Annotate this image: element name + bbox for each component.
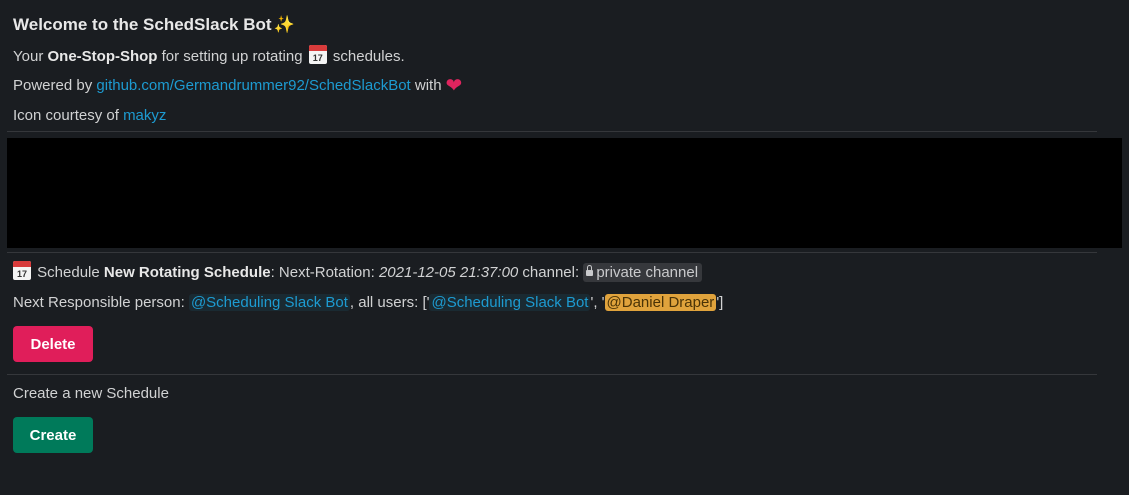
channel-label: channel: <box>518 264 584 281</box>
redacted-block <box>7 138 1122 248</box>
user-mention[interactable]: @Scheduling Slack Bot <box>429 294 591 311</box>
users-separator: ', ' <box>590 294 605 311</box>
calendar-day: 17 <box>312 53 323 63</box>
heart-icon: ❤ <box>445 75 463 97</box>
intro-bold: One-Stop-Shop <box>47 48 158 65</box>
calendar-icon: 17 <box>308 45 327 64</box>
user-mention[interactable]: @Scheduling Slack Bot <box>188 294 350 311</box>
powered-prefix: Powered by <box>13 77 97 94</box>
icon-credit-line: Icon courtesy of makyz <box>13 105 166 127</box>
create-text: Create a new Schedule <box>13 385 169 402</box>
schedule-label: Schedule <box>33 264 104 281</box>
divider <box>7 374 1097 375</box>
github-link[interactable]: github.com/Germandrummer92/SchedSlackBot <box>96 77 410 94</box>
powered-line: Powered by github.com/Germandrummer92/Sc… <box>13 75 462 97</box>
divider <box>7 252 1097 253</box>
responsible-label: Next Responsible person: <box>13 294 189 311</box>
next-rotation-label: : Next-Rotation: <box>270 264 379 281</box>
party-popper-icon: ✨ <box>273 15 295 34</box>
responsible-line: Next Responsible person: @Scheduling Sla… <box>13 292 723 314</box>
next-rotation-value: 2021-12-05 21:37:00 <box>378 264 519 281</box>
user-mention-highlighted[interactable]: @Daniel Draper <box>604 294 717 311</box>
delete-button[interactable]: Delete <box>13 326 93 362</box>
title-text: Welcome to the SchedSlack Bot <box>13 15 272 34</box>
private-channel-badge[interactable]: private channel <box>583 263 703 282</box>
intro-line: Your One-Stop-Shop for setting up rotati… <box>13 45 405 68</box>
welcome-title: Welcome to the SchedSlack Bot ✨ <box>13 14 295 36</box>
message-view: Welcome to the SchedSlack Bot ✨ Your One-… <box>0 0 1129 495</box>
intro-suffix: schedules. <box>328 48 405 65</box>
makyz-link[interactable]: makyz <box>123 107 166 124</box>
powered-suffix: with <box>410 77 442 94</box>
credit-prefix: Icon courtesy of <box>13 107 124 124</box>
intro-prefix: Your <box>13 48 48 65</box>
calendar-day: 17 <box>16 269 27 279</box>
schedule-line: 17 Schedule New Rotating Schedule: Next-… <box>13 261 703 284</box>
intro-middle: for setting up rotating <box>157 48 307 65</box>
users-close: '] <box>716 294 724 311</box>
lock-icon <box>586 265 594 276</box>
divider <box>7 131 1097 132</box>
private-channel-text: private channel <box>596 264 699 281</box>
schedule-name: New Rotating Schedule <box>103 264 271 281</box>
create-button[interactable]: Create <box>13 417 93 453</box>
calendar-icon: 17 <box>13 261 31 280</box>
all-users-label: , all users: [' <box>349 294 430 311</box>
